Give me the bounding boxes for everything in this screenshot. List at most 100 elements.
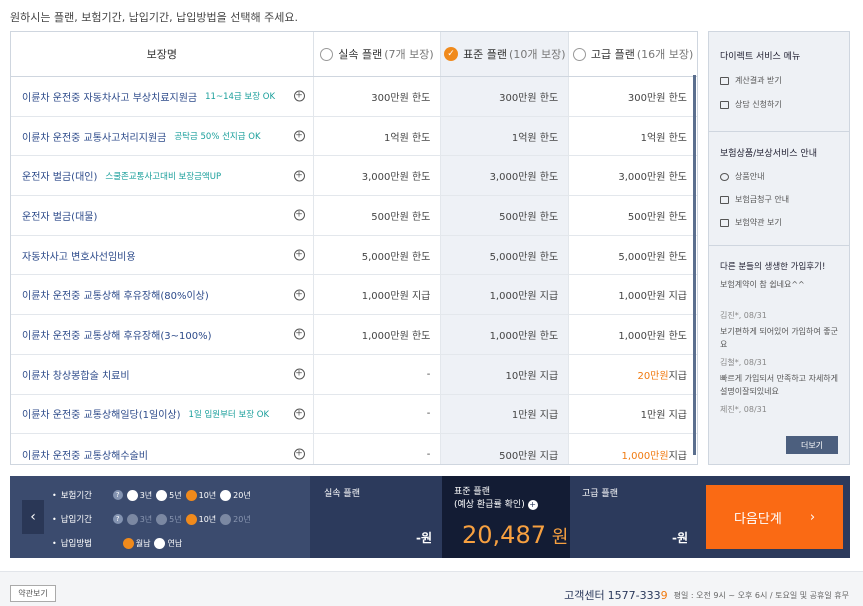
coverage-table: 보장명 실속 플랜 (7개 보장) ✓ 표준 플랜 (10개 보장) 고급 플랜… [10, 31, 698, 465]
premium-value: 20만원 지급 [568, 354, 697, 394]
coverage-name: 이륜차 운전중 교통사고처리지원금 공탁금 50% 선지급 OK + [11, 117, 313, 156]
help-icon[interactable]: ? [112, 514, 123, 524]
sidebar-item-label: 상품안내 [735, 172, 765, 181]
cc-number: 1577-3339 [608, 589, 668, 602]
coverage-label: 이륜차 운전중 자동차사고 부상치료지원금 [22, 92, 198, 104]
sidebar-item-claim[interactable]: 보험금청구 안내 [709, 194, 849, 205]
coverage-label: 운전자 벌금(대물) [22, 211, 98, 223]
radio-icon[interactable] [220, 489, 232, 501]
coverage-label: 이륜차 운전중 교통사고처리지원금 [22, 132, 167, 144]
plan-basic-header[interactable]: 실속 플랜 (7개 보장) [312, 32, 441, 76]
plus-circle-icon[interactable]: + [293, 249, 305, 261]
premium-value: 300만원 한도 [568, 77, 697, 116]
radio-icon[interactable] [320, 47, 334, 61]
table-row: 이륜차 운전중 교통사고처리지원금 공탁금 50% 선지급 OK + 1억원 한도 … [11, 116, 697, 157]
review-text: 보기편하게 되어있어 가입하여 좋군요 [720, 327, 839, 349]
sidebar-item-consult[interactable]: 상담 신청하기 [709, 99, 849, 110]
standard-value: 1만원 지급 [440, 394, 569, 434]
radio-icon[interactable] [126, 489, 138, 501]
edit-icon [720, 100, 729, 109]
plan-basic-count: (7개 보장) [384, 48, 434, 61]
plus-circle-icon[interactable]: + [293, 368, 305, 380]
sidebar-item-terms[interactable]: 보험약관 보기 [709, 217, 849, 228]
standard-value: 10만원 지급 [440, 354, 569, 394]
standard-value: 5,000만원 한도 [440, 235, 569, 275]
radio-icon[interactable] [154, 537, 166, 549]
plus-circle-icon[interactable]: + [293, 448, 305, 460]
price-unit: 원 [545, 527, 569, 548]
sidebar-item-label: 계산결과 받기 [735, 76, 782, 85]
table-row: 이륜차 창상봉합술 치료비 + - 10만원 지급 20만원 지급 [11, 354, 697, 395]
pay-method-option[interactable]: 연납 [154, 537, 182, 549]
radio-icon [156, 513, 168, 525]
pay-period-option[interactable]: 10년 [185, 513, 217, 525]
standard-value: 300만원 한도 [440, 77, 569, 116]
coverage-label: 이륜차 운전중 교통상해일당(1일이상) [22, 410, 181, 422]
table-scrollbar[interactable] [693, 75, 696, 455]
chevron-left-icon[interactable]: ‹ [22, 500, 44, 534]
coverage-name: 이륜차 운전중 교통상해 후유장해(3~100%) + [11, 315, 313, 354]
more-button[interactable]: 더보기 [786, 436, 838, 454]
period-option[interactable]: 20년 [220, 489, 251, 501]
plus-circle-icon[interactable]: + [293, 90, 305, 102]
check-icon[interactable] [122, 537, 134, 549]
basic-value: 1,000만원 지급 [312, 275, 441, 315]
plus-circle-icon[interactable]: + [293, 170, 305, 182]
next-step-button[interactable]: 다음단계 › [706, 485, 843, 549]
refund-rate-link[interactable]: (예상 환급률 확인) [454, 500, 525, 510]
coverage-label: 이륜차 운전중 교통상해 후유장해(3~100%) [22, 330, 212, 342]
radio-icon[interactable] [572, 47, 586, 61]
review-author: 제진*, 08/31 [720, 405, 767, 414]
plan-premium-header[interactable]: 고급 플랜 (16개 보장) [568, 32, 697, 76]
radio-icon[interactable] [156, 489, 168, 501]
premium-value: 1만원 지급 [568, 394, 697, 434]
plus-circle-icon[interactable]: + [293, 130, 305, 142]
coverage-name: 이륜차 창상봉합술 치료비 + [11, 355, 313, 394]
plan-standard-header[interactable]: ✓ 표준 플랜 (10개 보장) [440, 32, 569, 76]
plan-premium-price[interactable]: 고급 플랜 -원 [570, 476, 698, 558]
plus-circle-icon[interactable]: + [527, 499, 538, 510]
sidebar-item-results[interactable]: 계산결과 받기 [709, 75, 849, 86]
pay-period-option: 5년 [156, 513, 182, 525]
plan-basic-price[interactable]: 실속 플랜 -원 [312, 476, 442, 558]
table-header: 보장명 실속 플랜 (7개 보장) ✓ 표준 플랜 (10개 보장) 고급 플랜… [11, 32, 697, 77]
plan-standard-price[interactable]: 표준 플랜 (예상 환급률 확인) + 20,487 원 [442, 476, 570, 558]
period-option[interactable]: 10년 [185, 489, 216, 501]
pay-method-label: 납입방법 [60, 539, 92, 549]
plus-circle-icon[interactable]: + [293, 209, 305, 221]
pay-method-option[interactable]: 월납 [122, 537, 150, 549]
table-row: 이륜차 운전중 교통상해일당(1일이상) 1일 입원부터 보장 OK + - 1만원… [11, 394, 697, 435]
options-panel: ‹ • 보험기간 ? 3년 5년 10년 20년 • 납입기간 ? 3년 5년 … [10, 476, 310, 558]
sidebar-item-product[interactable]: 상품안내 [709, 171, 849, 182]
standard-value: 1,000만원 지급 [440, 275, 569, 315]
sidebar-item-label: 보험금청구 안내 [735, 195, 790, 204]
option-label: 5년 [169, 490, 182, 500]
standard-value: 3,000만원 한도 [440, 156, 569, 196]
check-icon[interactable] [185, 513, 197, 525]
plus-circle-icon[interactable]: + [293, 289, 305, 301]
check-icon[interactable] [185, 489, 197, 501]
terms-button[interactable]: 약관보기 [10, 585, 56, 602]
help-icon[interactable]: ? [112, 490, 123, 500]
review-author: 김진*, 08/31 [720, 311, 767, 320]
coverage-note: 11~14급 보장 OK [205, 92, 276, 103]
premium-value: 500만원 한도 [568, 196, 697, 235]
plan-label: 실속 플랜 [324, 489, 360, 499]
radio-icon [220, 513, 232, 525]
coverage-name: 자동차사고 변호사선임비용 + [11, 236, 313, 275]
period-option[interactable]: 5년 [156, 489, 182, 501]
option-label: 10년 [198, 514, 217, 524]
bottom-summary-bar: ‹ • 보험기간 ? 3년 5년 10년 20년 • 납입기간 ? 3년 5년 … [10, 476, 850, 558]
plan-basic-label: 실속 플랜 [338, 48, 383, 61]
premium-value: 3,000만원 한도 [568, 156, 697, 196]
plus-circle-icon[interactable]: + [293, 408, 305, 420]
coverage-name: 운전자 벌금(대물) + [11, 196, 313, 235]
check-icon[interactable]: ✓ [444, 47, 459, 61]
review-text: 빠르게 가입되서 만족하고 자세하게 설명이잘되있네요 [720, 374, 839, 396]
basic-value: 3,000만원 한도 [312, 156, 441, 196]
highlight-amount: 1,000만원 [621, 450, 669, 462]
basic-value: 1억원 한도 [312, 116, 441, 156]
review-title: 다른 분들의 생생한 가입후기! [720, 262, 826, 272]
period-option[interactable]: 3년 [126, 489, 152, 501]
plus-circle-icon[interactable]: + [293, 328, 305, 340]
